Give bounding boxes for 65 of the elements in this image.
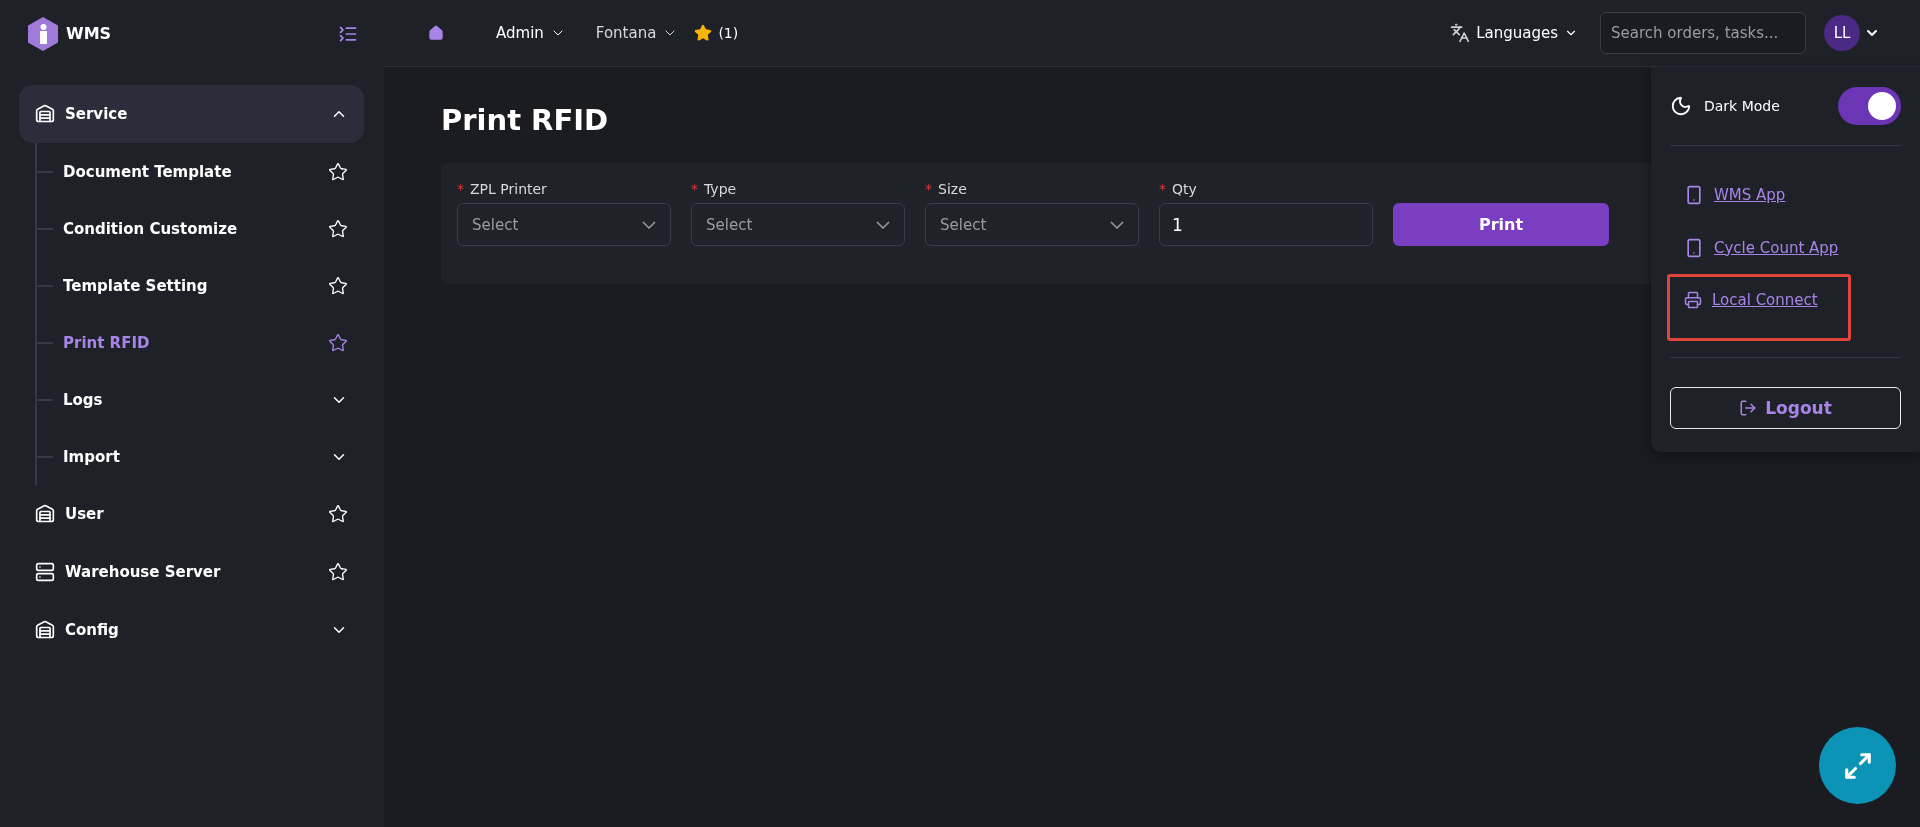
chevron-down-icon (1110, 220, 1124, 229)
star-icon[interactable] (328, 161, 348, 182)
favorites-button[interactable]: (1) (694, 24, 739, 42)
field-label: Qty (1172, 181, 1197, 197)
sidebar-subitem[interactable]: Template Setting (63, 276, 328, 295)
menu-dropdown[interactable]: Fontana (595, 24, 679, 42)
collapse-menu-icon[interactable] (338, 23, 358, 44)
expand-icon (1842, 750, 1873, 781)
star-icon[interactable] (328, 218, 348, 239)
sidebar-item-label: Service (65, 105, 129, 123)
sidebar-subitem[interactable]: Document Template (63, 162, 328, 181)
sidebar-subitem[interactable]: Logs (63, 390, 330, 409)
star-icon[interactable] (328, 504, 348, 524)
field-label: ZPL Printer (470, 181, 547, 197)
field-label: Type (704, 181, 737, 197)
moon-icon (1670, 95, 1692, 117)
sidebar-item[interactable]: Config (19, 601, 364, 659)
brand-name: WMS (66, 24, 113, 43)
required-mark: * (691, 181, 698, 197)
chevron-down-icon (876, 220, 890, 229)
select-field[interactable]: Select (691, 203, 905, 246)
logo-icon (28, 16, 58, 51)
required-mark: * (1159, 181, 1166, 197)
server-icon (35, 562, 55, 582)
translate-icon (1450, 23, 1471, 43)
page-title: Print RFID (441, 103, 609, 137)
dark-mode-toggle[interactable] (1838, 87, 1901, 125)
printer-icon (1684, 291, 1702, 309)
quantity-field[interactable]: 1 (1159, 203, 1373, 246)
building-icon (35, 104, 55, 124)
select-field[interactable]: Select (457, 203, 671, 246)
sidebar-subitem[interactable]: Import (63, 447, 330, 466)
menu-link[interactable]: Local Connect (1712, 291, 1818, 309)
phone-icon (1684, 237, 1704, 258)
logout-icon (1739, 399, 1758, 417)
user-avatar[interactable]: LL (1824, 15, 1860, 51)
building-icon (35, 620, 55, 640)
sidebar-item[interactable]: Service (19, 85, 364, 143)
chevron-down-icon (642, 220, 656, 229)
sidebar-item-label: Warehouse Server (65, 563, 222, 581)
menu-link[interactable]: Cycle Count App (1714, 238, 1839, 257)
field-label: Size (938, 181, 967, 197)
star-icon[interactable] (328, 332, 348, 353)
sidebar-subitem[interactable]: Condition Customize (63, 219, 328, 238)
select-field[interactable]: Select (925, 203, 1139, 246)
search-field[interactable]: Search orders, tasks... (1600, 12, 1806, 54)
menu-dropdown[interactable]: Admin (496, 24, 566, 42)
required-mark: * (457, 181, 464, 197)
required-mark: * (925, 181, 932, 197)
star-icon (694, 24, 713, 42)
sidebar-item-label: User (65, 505, 105, 523)
sidebar-item[interactable]: Warehouse Server (19, 543, 364, 601)
phone-icon (1684, 184, 1704, 205)
menu-link[interactable]: WMS App (1714, 185, 1786, 204)
dark-mode-label: Dark Mode (1704, 98, 1781, 114)
logout-button[interactable]: Logout (1670, 387, 1901, 429)
star-icon[interactable] (328, 275, 348, 296)
home-icon[interactable] (428, 25, 444, 41)
print-button[interactable]: Print (1393, 203, 1609, 246)
sidebar-item-label: Config (65, 621, 120, 639)
languages-dropdown[interactable]: Languages (1450, 23, 1578, 43)
star-icon[interactable] (328, 562, 348, 582)
sidebar-subitem[interactable]: Print RFID (63, 333, 328, 352)
building-icon (35, 504, 55, 524)
sidebar-item[interactable]: User (19, 485, 364, 543)
